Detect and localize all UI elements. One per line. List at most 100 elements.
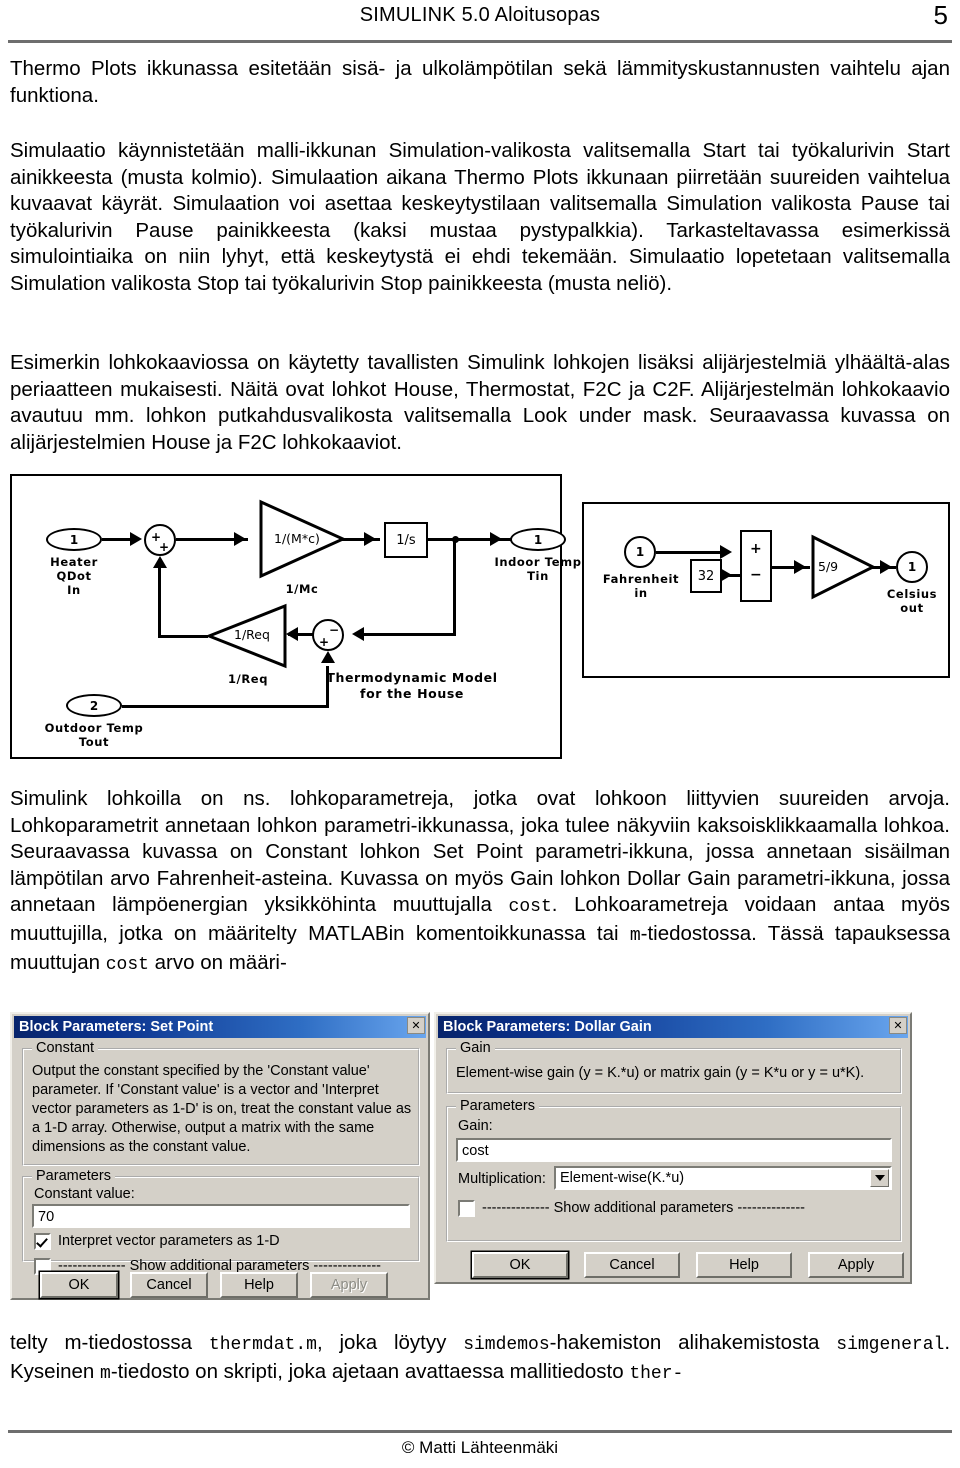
house-integrator-block: 1/s [384, 522, 428, 558]
f2c-sum-sign-plus: + [750, 541, 762, 557]
paragraph-3: Esimerkin lohkokaaviossa on käytetty tav… [10, 351, 950, 454]
house-sum-2-sign-plus: + [319, 635, 330, 649]
ok-button[interactable]: OK [40, 1272, 118, 1298]
arrowhead-f2c-sum-minus [720, 568, 732, 582]
house-inport-2-label-outdoor-temp: Outdoor Temp [44, 721, 144, 735]
dialog-set-point-title: Block Parameters: Set Point [19, 1019, 214, 1035]
multiplication-select[interactable]: Element-wise(K.*u) [554, 1166, 892, 1190]
paragraph-4-seg-d: arvo on määri- [148, 950, 287, 974]
f2c-constant-block: 32 [690, 559, 722, 593]
paragraph-5-code-simgeneral: simgeneral [836, 1335, 945, 1355]
close-icon[interactable]: ✕ [407, 1017, 425, 1034]
paragraph-2: Simulaatio käynnistetään malli-ikkunan S… [10, 139, 950, 295]
f2c-constant-value: 32 [697, 568, 715, 584]
house-caption-line2: for the House [360, 686, 464, 701]
footer-divider [8, 1430, 952, 1433]
arrowhead-sum2-bottom [321, 651, 335, 663]
constant-value-text: 70 [38, 1208, 55, 1225]
f2c-inport-1-label-in: in [634, 586, 648, 600]
wire-tout-horizontal [122, 705, 329, 708]
header-divider [8, 40, 952, 43]
arrowhead-gain1-in [234, 532, 246, 546]
dialog-dollar-gain-titlebar[interactable]: Block Parameters: Dollar Gain [438, 1016, 908, 1038]
constant-value-label: Constant value: [34, 1186, 135, 1202]
help-button[interactable]: Help [696, 1252, 792, 1278]
house-gain-1-text: 1/(M*c) [274, 531, 320, 546]
house-sum-1-sign-b: + [159, 540, 170, 554]
ok-button[interactable]: OK [472, 1252, 568, 1278]
house-integrator-text: 1/s [396, 532, 416, 548]
close-icon[interactable]: ✕ [889, 1017, 907, 1034]
house-inport-1-label-in: In [67, 583, 81, 597]
arrowhead-outport-in [490, 532, 502, 546]
dialog-set-point-titlebar[interactable]: Block Parameters: Set Point [14, 1016, 426, 1038]
paragraph-4-code-cost-1: cost [508, 897, 552, 918]
house-sum-2-sign-minus: − [329, 623, 340, 637]
apply-button: Apply [310, 1272, 388, 1298]
house-inport-1-number: 1 [69, 532, 79, 547]
house-outport-1: 1 [510, 528, 566, 551]
wire-branch-down [453, 538, 456, 636]
house-outport-1-label-tin: Tin [527, 569, 549, 583]
footer-copyright: © Matti Lähteenmäki [401, 1438, 559, 1457]
arrowhead-integrator-in [364, 532, 376, 546]
house-subsystem-diagram: 1 Heater QDot In + + 1/(M*c) 1/Mc 1/s 1 … [10, 474, 581, 759]
interpret-vector-checkbox-label: Interpret vector parameters as 1-D [58, 1233, 280, 1249]
page-header: SIMULINK 5.0 Aloitusopas 5 [8, 0, 952, 38]
help-button[interactable]: Help [220, 1272, 298, 1298]
paragraph-5-code-m: m [100, 1363, 111, 1384]
wire-f2c-in1-to-sum [656, 551, 726, 554]
interpret-vector-checkbox[interactable] [34, 1233, 51, 1250]
paragraph-5-seg-a: telty m-tiedostossa [10, 1331, 209, 1354]
cancel-button[interactable]: Cancel [584, 1252, 680, 1278]
group-gain-legend: Gain [456, 1040, 495, 1056]
group-gain-description: Element-wise gain (y = K.*u) or matrix g… [456, 1065, 865, 1081]
dialog-dollar-gain: Block Parameters: Dollar Gain ✕ Gain Ele… [434, 1012, 912, 1284]
house-outport-1-label-indoor-temp: Indoor Temp [494, 555, 582, 569]
document-page: SIMULINK 5.0 Aloitusopas 5 Thermo Plots … [0, 0, 960, 1468]
paragraph-5-code-thermdat: thermdat.m [208, 1335, 317, 1355]
chevron-down-icon[interactable] [870, 1169, 889, 1187]
close-icon-glyph: ✕ [893, 1019, 903, 1032]
f2c-inport-1-label-fahrenheit: Fahrenheit [602, 572, 680, 586]
arrowhead-f2c-sum-plus [720, 545, 732, 559]
arrowhead-sum1-left [130, 532, 142, 546]
cancel-button[interactable]: Cancel [130, 1272, 208, 1298]
page-number: 5 [933, 0, 948, 30]
paragraph-5-seg-b: , joka löytyy [316, 1331, 464, 1354]
f2c-outport-1-label-out: out [900, 601, 924, 615]
paragraph-5-code-simdemos: simdemos [463, 1335, 550, 1355]
house-caption-line1: Thermodynamic Model [326, 670, 498, 685]
group-gain: Gain Element-wise gain (y = K.*u) or mat… [446, 1040, 902, 1094]
group-parameters-legend: Parameters [32, 1168, 115, 1184]
header-title: SIMULINK 5.0 Aloitusopas [359, 4, 601, 26]
arrowhead-gain2-in [286, 627, 298, 641]
f2c-inport-1: 1 [624, 536, 656, 568]
gain-field-label: Gain: [458, 1118, 493, 1134]
dialog-dollar-gain-title: Block Parameters: Dollar Gain [443, 1019, 652, 1035]
f2c-sum-sign-minus: − [750, 567, 762, 583]
gain-value-input[interactable]: cost [456, 1138, 892, 1162]
show-additional-parameters-label: -------------- Show additional parameter… [482, 1200, 806, 1216]
house-inport-2-number: 2 [89, 698, 99, 713]
f2c-outport-1: 1 [896, 551, 928, 583]
paragraph-4: Simulink lohkoilla on ns. lohkoparametre… [10, 786, 950, 978]
wire-in1-to-sum1 [102, 538, 132, 541]
f2c-subsystem-diagram: 1 Fahrenheit in 32 + − 5/9 1 Celsius out [582, 502, 950, 678]
house-gain-2-label: 1/Req [227, 672, 269, 686]
arrowhead-sum2-right [352, 627, 364, 641]
paragraph-5-seg-e: -tiedosto on skripti, joka ajetaan avatt… [110, 1359, 630, 1383]
close-icon-glyph: ✕ [411, 1019, 421, 1032]
f2c-gain-text: 5/9 [818, 559, 839, 574]
house-inport-1-label-qdot: QDot [56, 569, 92, 583]
house-gain-1-label: 1/Mc [285, 582, 319, 596]
constant-value-input[interactable]: 70 [32, 1204, 410, 1228]
house-inport-1-label-heater: Heater [50, 555, 98, 569]
arrowhead-f2c-outport-in [880, 560, 892, 574]
multiplication-selected-value: Element-wise(K.*u) [560, 1170, 685, 1186]
figure-block-parameter-dialogs: Block Parameters: Set Point ✕ Constant O… [0, 1012, 960, 1308]
show-additional-parameters-checkbox[interactable] [458, 1200, 475, 1217]
apply-button[interactable]: Apply [808, 1252, 904, 1278]
paragraph-5-seg-c: -hakemiston alihakemistosta [549, 1331, 837, 1354]
house-inport-2: 2 [66, 694, 122, 717]
